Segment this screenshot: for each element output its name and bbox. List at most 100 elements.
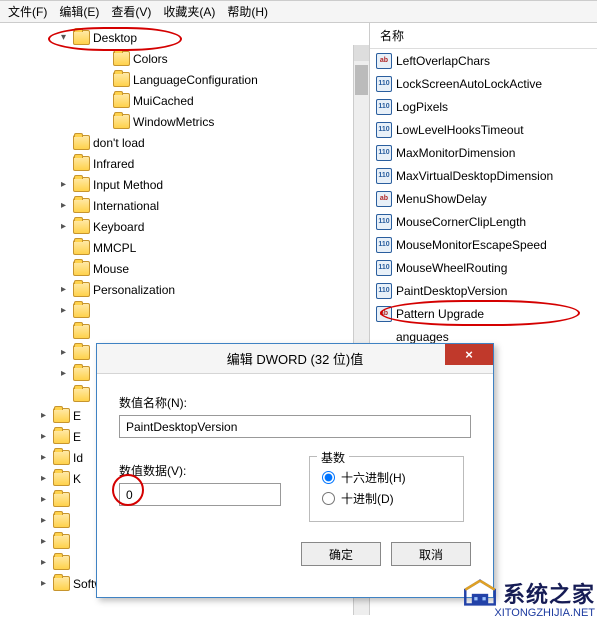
expander-icon[interactable]: ▸ xyxy=(58,347,69,358)
folder-icon xyxy=(113,114,130,129)
value-row[interactable]: 110LogPixels xyxy=(370,95,597,118)
expander-icon[interactable]: ▸ xyxy=(38,452,49,463)
folder-icon xyxy=(53,450,70,465)
value-row[interactable]: 110MouseMonitorEscapeSpeed xyxy=(370,233,597,256)
tree-node[interactable]: ▸LanguageConfiguration xyxy=(0,69,369,90)
value-row[interactable]: abLeftOverlapChars xyxy=(370,49,597,72)
value-name: MouseWheelRouting xyxy=(396,261,507,275)
value-row[interactable]: 110 LockScreenAutoLockActive xyxy=(370,72,597,95)
folder-icon xyxy=(53,513,70,528)
radix-dec-radio[interactable] xyxy=(322,492,335,505)
tree-node-label: Mouse xyxy=(93,262,129,276)
tree-node[interactable]: ▸MuiCached xyxy=(0,90,369,111)
value-row[interactable]: 110MaxVirtualDesktopDimension xyxy=(370,164,597,187)
value-name-label: 数值名称(N): xyxy=(119,394,471,411)
menu-favorites[interactable]: 收藏夹(A) xyxy=(163,3,215,20)
tree-node[interactable]: ▸Mouse xyxy=(0,258,369,279)
folder-icon xyxy=(73,303,90,318)
edit-dword-dialog: 编辑 DWORD (32 位)值 × 数值名称(N): 数值数据(V): 基数 … xyxy=(96,343,494,598)
folder-icon xyxy=(73,345,90,360)
menu-file[interactable]: 文件(F) xyxy=(8,3,47,20)
ok-button[interactable]: 确定 xyxy=(301,542,381,566)
dword-value-icon: 110 xyxy=(376,76,392,92)
dword-value-icon: 110 xyxy=(376,283,392,299)
tree-node[interactable]: ▸ xyxy=(0,300,369,321)
cancel-button[interactable]: 取消 xyxy=(391,542,471,566)
expander-icon[interactable]: ▸ xyxy=(58,221,69,232)
value-row[interactable]: 110MouseCornerClipLength xyxy=(370,210,597,233)
menu-help[interactable]: 帮助(H) xyxy=(227,3,268,20)
scroll-up-button[interactable] xyxy=(354,45,369,61)
value-name: MouseCornerClipLength xyxy=(396,215,526,229)
expander-icon[interactable]: ▸ xyxy=(38,494,49,505)
tree-node[interactable]: ▸WindowMetrics xyxy=(0,111,369,132)
radix-dec-label: 十进制(D) xyxy=(341,490,394,507)
value-row[interactable]: abPattern Upgrade xyxy=(370,302,597,325)
tree-node[interactable]: ▸Infrared xyxy=(0,153,369,174)
tree-node-label: Colors xyxy=(133,52,168,66)
expander-icon[interactable]: ▸ xyxy=(38,431,49,442)
tree-node[interactable]: ▾Desktop xyxy=(0,27,369,48)
watermark-logo-icon xyxy=(462,579,498,607)
expander-icon[interactable]: ▸ xyxy=(58,305,69,316)
tree-node-label: LanguageConfiguration xyxy=(133,73,258,87)
tree-node[interactable]: ▸Personalization xyxy=(0,279,369,300)
value-name: LowLevelHooksTimeout xyxy=(396,123,524,137)
folder-icon xyxy=(113,93,130,108)
value-name-input[interactable] xyxy=(119,415,471,438)
close-icon[interactable]: × xyxy=(445,344,493,365)
folder-icon xyxy=(53,576,70,591)
tree-node[interactable]: ▸ International xyxy=(0,195,369,216)
value-data-input[interactable] xyxy=(119,483,281,506)
folder-icon xyxy=(73,387,90,402)
expander-icon[interactable]: ▸ xyxy=(38,410,49,421)
tree-node[interactable]: ▸Colors xyxy=(0,48,369,69)
folder-icon xyxy=(73,240,90,255)
radix-group: 基数 十六进制(H) 十进制(D) xyxy=(309,456,464,522)
tree-node-label: WindowMetrics xyxy=(133,115,214,129)
radix-legend: 基数 xyxy=(317,449,349,466)
value-name: LockScreenAutoLockActive xyxy=(396,77,542,91)
value-row[interactable]: 110MouseWheelRouting xyxy=(370,256,597,279)
value-name: anguages xyxy=(396,330,449,344)
value-name: Pattern Upgrade xyxy=(396,307,484,321)
folder-icon xyxy=(73,261,90,276)
tree-node[interactable]: ▸Keyboard xyxy=(0,216,369,237)
tree-node-label: International xyxy=(93,199,159,213)
folder-icon xyxy=(73,30,90,45)
tree-node[interactable]: ▸ xyxy=(0,321,369,342)
radix-hex-option[interactable]: 十六进制(H) xyxy=(322,469,451,486)
expander-icon[interactable]: ▸ xyxy=(58,284,69,295)
radix-dec-option[interactable]: 十进制(D) xyxy=(322,490,451,507)
value-row[interactable]: 110 LowLevelHooksTimeout xyxy=(370,118,597,141)
column-header-name[interactable]: 名称 xyxy=(370,23,597,49)
expander-icon[interactable]: ▸ xyxy=(58,200,69,211)
radix-hex-radio[interactable] xyxy=(322,471,335,484)
value-row[interactable]: 110MaxMonitorDimension xyxy=(370,141,597,164)
expander-icon[interactable]: ▾ xyxy=(58,32,69,43)
tree-node[interactable]: ▸Input Method xyxy=(0,174,369,195)
value-row[interactable]: abMenuShowDelay xyxy=(370,187,597,210)
tree-node[interactable]: ▸MMCPL xyxy=(0,237,369,258)
expander-icon[interactable]: ▸ xyxy=(38,578,49,589)
menubar: 文件(F) 编辑(E) 查看(V) 收藏夹(A) 帮助(H) xyxy=(0,0,597,23)
dialog-titlebar[interactable]: 编辑 DWORD (32 位)值 × xyxy=(97,344,493,374)
scroll-thumb[interactable] xyxy=(355,65,368,95)
value-row[interactable]: 110 PaintDesktopVersion xyxy=(370,279,597,302)
value-name: LeftOverlapChars xyxy=(396,54,490,68)
tree-node-label: K xyxy=(73,472,81,486)
menu-view[interactable]: 查看(V) xyxy=(111,3,151,20)
menu-edit[interactable]: 编辑(E) xyxy=(59,3,99,20)
expander-icon[interactable]: ▸ xyxy=(38,515,49,526)
expander-icon[interactable]: ▸ xyxy=(58,368,69,379)
dword-value-icon: 110 xyxy=(376,122,392,138)
expander-icon[interactable]: ▸ xyxy=(38,536,49,547)
expander-icon[interactable]: ▸ xyxy=(38,473,49,484)
tree-node[interactable]: ▸don't load xyxy=(0,132,369,153)
watermark: 系统之家 XITONGZHIJIA.NET xyxy=(462,577,595,619)
watermark-brand: 系统之家 xyxy=(503,582,595,607)
expander-icon[interactable]: ▸ xyxy=(58,179,69,190)
tree-node-label: E xyxy=(73,430,81,444)
expander-icon[interactable]: ▸ xyxy=(38,557,49,568)
value-name: PaintDesktopVersion xyxy=(396,284,507,298)
